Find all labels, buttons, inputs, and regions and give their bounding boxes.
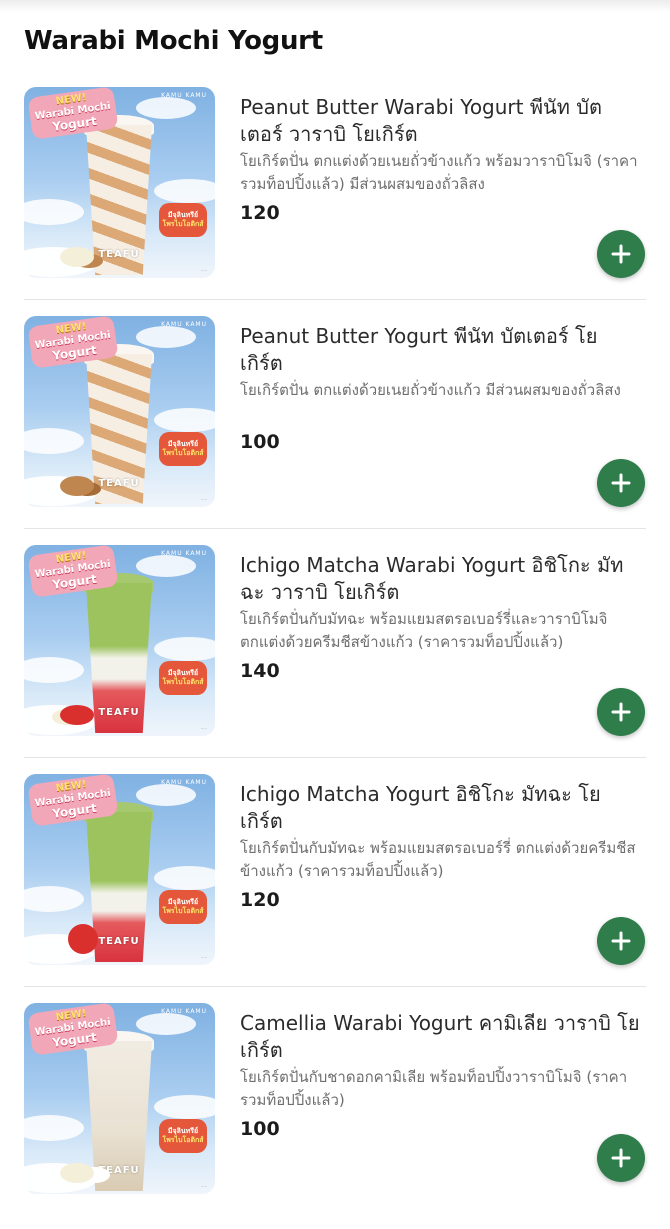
fine-print: ····· — [200, 1184, 207, 1189]
probiotic-sticker: มีจุลินทรีย์ โพรไบโอติกส์ — [159, 661, 207, 695]
sticker-line2: โพรไบโอติกส์ — [162, 1136, 204, 1144]
menu-item[interactable]: TEAFU KAMU KAMU NEW! Warabi Mochi Yogurt… — [0, 84, 670, 313]
menu-item-list: TEAFU KAMU KAMU NEW! Warabi Mochi Yogurt… — [0, 84, 670, 1229]
sticker-line2: โพรไบโอติกส์ — [162, 449, 204, 457]
mochi-garnish — [60, 1163, 94, 1183]
probiotic-sticker: มีจุลินทรีย์ โพรไบโอติกส์ — [159, 432, 207, 466]
cloud-decoration — [24, 657, 84, 683]
item-name[interactable]: Peanut Butter Yogurt พีนัท บัตเตอร์ โยเก… — [240, 323, 640, 377]
brand-mark: KAMU KAMU — [161, 779, 207, 786]
cloud-decoration — [154, 179, 215, 203]
cloud-decoration — [154, 1095, 215, 1119]
item-price: 120 — [240, 202, 280, 224]
cloud-decoration — [154, 637, 215, 661]
product-image[interactable]: TEAFU KAMU KAMU NEW! Warabi Mochi Yogurt… — [24, 545, 215, 736]
add-to-cart-button[interactable] — [597, 1134, 645, 1182]
item-description: โยเกิร์ตปั่นกับชาดอกคามิเลีย พร้อมท็อปปิ… — [240, 1068, 628, 1109]
item-price: 140 — [240, 660, 280, 682]
probiotic-sticker: มีจุลินทรีย์ โพรไบโอติกส์ — [159, 1119, 207, 1153]
fine-print: ····· — [200, 268, 207, 273]
menu-item[interactable]: TEAFU KAMU KAMU NEW! Warabi Mochi Yogurt… — [0, 986, 670, 1229]
item-description: โยเกิร์ตปั่น ตกแต่งด้วยเนยถั่วข้างแก้ว พ… — [240, 152, 638, 193]
item-price: 100 — [240, 1118, 280, 1140]
cloud-decoration — [154, 408, 215, 432]
item-name[interactable]: Ichigo Matcha Warabi Yogurt อิชิโกะ มัทฉ… — [240, 552, 640, 606]
cloud-decoration — [24, 1115, 84, 1141]
cup-brand-text: TEAFU — [98, 249, 140, 260]
sticker-line1: มีจุลินทรีย์ — [167, 211, 199, 220]
top-bar-shadow — [0, 0, 670, 12]
item-price: 120 — [240, 889, 280, 911]
cup-brand-text: TEAFU — [98, 707, 140, 718]
probiotic-sticker: มีจุลินทรีย์ โพรไบโอติกส์ — [159, 203, 207, 237]
fine-print: ····· — [200, 497, 207, 502]
item-description: โยเกิร์ตปั่นกับมัทฉะ พร้อมแยมสตรอเบอร์รี… — [240, 610, 608, 651]
fine-print: ····· — [200, 726, 207, 731]
sticker-line2: โพรไบโอติกส์ — [162, 907, 204, 915]
plus-icon — [611, 1148, 631, 1168]
cloud-decoration — [136, 555, 196, 577]
menu-item[interactable]: TEAFU KAMU KAMU NEW! Warabi Mochi Yogurt… — [0, 757, 670, 1000]
plus-icon — [611, 931, 631, 951]
product-image[interactable]: TEAFU KAMU KAMU NEW! Warabi Mochi Yogurt… — [24, 774, 215, 965]
add-to-cart-button[interactable] — [597, 230, 645, 278]
item-name[interactable]: Ichigo Matcha Yogurt อิชิโกะ มัทฉะ โยเกิ… — [240, 781, 640, 835]
add-to-cart-button[interactable] — [597, 459, 645, 507]
cup-brand-text: TEAFU — [98, 478, 140, 489]
plus-icon — [611, 473, 631, 493]
cloud-decoration — [136, 784, 196, 806]
probiotic-sticker: มีจุลินทรีย์ โพรไบโอติกส์ — [159, 890, 207, 924]
peanut-garnish — [60, 476, 94, 496]
sticker-line1: มีจุลินทรีย์ — [167, 898, 199, 907]
cup-brand-text: TEAFU — [98, 1165, 140, 1176]
sticker-line1: มีจุลินทรีย์ — [167, 669, 199, 678]
brand-mark: KAMU KAMU — [161, 550, 207, 557]
cloud-decoration — [24, 886, 84, 912]
menu-item[interactable]: TEAFU KAMU KAMU NEW! Warabi Mochi Yogurt… — [0, 299, 670, 542]
sticker-line2: โพรไบโอติกส์ — [162, 220, 204, 228]
product-image[interactable]: TEAFU KAMU KAMU NEW! Warabi Mochi Yogurt… — [24, 87, 215, 278]
product-image[interactable]: TEAFU KAMU KAMU NEW! Warabi Mochi Yogurt… — [24, 316, 215, 507]
add-to-cart-button[interactable] — [597, 917, 645, 965]
peanut-garnish — [60, 247, 94, 267]
cloud-decoration — [24, 428, 84, 454]
cloud-decoration — [136, 326, 196, 348]
sticker-line1: มีจุลินทรีย์ — [167, 440, 199, 449]
strawberry-garnish — [60, 705, 94, 725]
cloud-decoration — [136, 97, 196, 119]
menu-item[interactable]: TEAFU KAMU KAMU NEW! Warabi Mochi Yogurt… — [0, 528, 670, 771]
fine-print: ····· — [200, 955, 207, 960]
add-to-cart-button[interactable] — [597, 688, 645, 736]
item-description: โยเกิร์ตปั่นกับมัทฉะ พร้อมแยมสตรอเบอร์รี… — [240, 839, 636, 880]
plus-icon — [611, 244, 631, 264]
brand-mark: KAMU KAMU — [161, 321, 207, 328]
section-title: Warabi Mochi Yogurt — [24, 26, 323, 56]
plus-icon — [611, 702, 631, 722]
sticker-line1: มีจุลินทรีย์ — [167, 1127, 199, 1136]
brand-mark: KAMU KAMU — [161, 92, 207, 99]
brand-mark: KAMU KAMU — [161, 1008, 207, 1015]
item-name[interactable]: Camellia Warabi Yogurt คามิเลีย วาราบิ โ… — [240, 1010, 640, 1064]
sticker-line2: โพรไบโอติกส์ — [162, 678, 204, 686]
cloud-decoration — [154, 866, 215, 890]
cloud-decoration — [24, 199, 84, 225]
item-description: โยเกิร์ตปั่น ตกแต่งด้วยเนยถั่วข้างแก้ว ม… — [240, 381, 621, 399]
item-price: 100 — [240, 431, 280, 453]
item-name[interactable]: Peanut Butter Warabi Yogurt พีนัท บัตเตอ… — [240, 94, 640, 148]
product-image[interactable]: TEAFU KAMU KAMU NEW! Warabi Mochi Yogurt… — [24, 1003, 215, 1194]
strawberry-garnish — [68, 924, 98, 954]
cloud-decoration — [136, 1013, 196, 1035]
